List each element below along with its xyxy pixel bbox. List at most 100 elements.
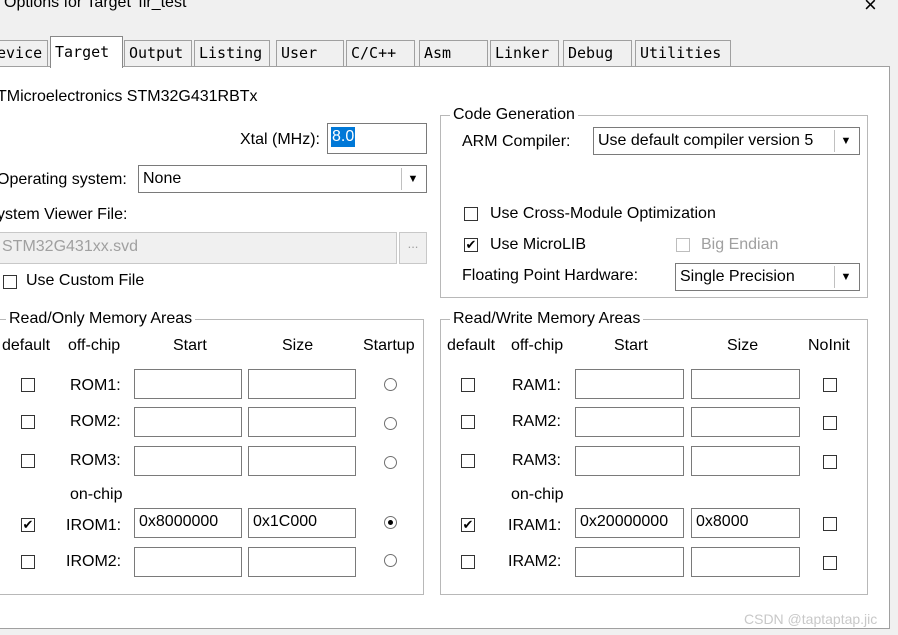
iram1-default-checkbox[interactable]: ✔ xyxy=(461,518,475,532)
irom2-default-checkbox[interactable] xyxy=(21,555,35,569)
tab-debug[interactable]: Debug xyxy=(563,40,632,66)
ro-header-start: Start xyxy=(173,337,207,354)
xtal-value: 8.0 xyxy=(331,127,356,147)
iram2-noinit-checkbox[interactable] xyxy=(823,556,837,570)
big-endian-label: Big Endian xyxy=(701,236,779,253)
tab-utilities[interactable]: Utilities xyxy=(635,40,731,66)
svd-browse-button: ... xyxy=(399,232,427,264)
rw-header-default: default xyxy=(447,337,496,354)
iram1-noinit-checkbox[interactable] xyxy=(823,517,837,531)
irom1-startup-radio[interactable] xyxy=(384,516,397,529)
os-select[interactable]: None ▼ xyxy=(138,165,427,193)
ram2-label: RAM2: xyxy=(512,413,561,430)
rw-header-noinit: NoInit xyxy=(808,337,850,354)
irom2-start-input[interactable] xyxy=(134,547,242,577)
ram2-default-checkbox[interactable] xyxy=(461,415,475,429)
tab-user[interactable]: User xyxy=(276,40,344,66)
xtal-input[interactable]: 8.0 xyxy=(327,123,427,154)
svd-input: STM32G431xx.svd xyxy=(0,232,397,264)
fp-hardware-value: Single Precision xyxy=(680,268,795,285)
iram1-size-input[interactable]: 0x8000 xyxy=(691,508,800,538)
rom1-size-input[interactable] xyxy=(248,369,356,399)
chevron-down-icon: ▼ xyxy=(401,168,424,190)
iram2-size-input[interactable] xyxy=(691,547,800,577)
microlib-label: Use MicroLIB xyxy=(490,236,587,253)
ram1-noinit-checkbox[interactable] xyxy=(823,378,837,392)
tab-linker[interactable]: Linker xyxy=(490,40,559,66)
irom2-size-input[interactable] xyxy=(248,547,356,577)
ram1-default-checkbox[interactable] xyxy=(461,378,475,392)
check-icon: ✔ xyxy=(462,517,474,532)
readwrite-memory-legend: Read/Write Memory Areas xyxy=(450,310,644,328)
rom1-start-input[interactable] xyxy=(134,369,242,399)
ro-header-offchip: off-chip xyxy=(68,337,121,354)
os-label: Operating system: xyxy=(0,171,127,188)
rom3-start-input[interactable] xyxy=(134,446,242,476)
cross-module-label: Use Cross-Module Optimization xyxy=(490,205,716,222)
iram2-default-checkbox[interactable] xyxy=(461,555,475,569)
ram1-size-input[interactable] xyxy=(691,369,800,399)
rom3-startup-radio[interactable] xyxy=(384,456,397,469)
irom1-start-input[interactable]: 0x8000000 xyxy=(134,508,242,538)
compiler-value: Use default compiler version 5 xyxy=(598,132,814,149)
ram1-start-input[interactable] xyxy=(575,369,684,399)
ram1-label: RAM1: xyxy=(512,377,561,394)
rom1-label: ROM1: xyxy=(70,377,121,394)
cross-module-checkbox[interactable] xyxy=(464,207,478,221)
tab-asm[interactable]: Asm xyxy=(419,40,488,66)
window-title: Options for Target 'fir_test' xyxy=(4,0,190,11)
rom1-default-checkbox[interactable] xyxy=(21,378,35,392)
ram2-size-input[interactable] xyxy=(691,407,800,437)
ram3-start-input[interactable] xyxy=(575,446,684,476)
rom1-startup-radio[interactable] xyxy=(384,378,397,391)
os-value: None xyxy=(143,170,182,187)
xtal-label: Xtal (MHz): xyxy=(240,131,320,148)
svd-label: ystem Viewer File: xyxy=(0,206,128,223)
rom2-start-input[interactable] xyxy=(134,407,242,437)
rw-onchip-label: on-chip xyxy=(511,486,564,503)
irom1-default-checkbox[interactable]: ✔ xyxy=(21,518,35,532)
iram1-start-input[interactable]: 0x20000000 xyxy=(575,508,684,538)
tab-output[interactable]: Output xyxy=(124,40,192,66)
ram2-noinit-checkbox[interactable] xyxy=(823,416,837,430)
readonly-memory-legend: Read/Only Memory Areas xyxy=(6,310,196,328)
big-endian-checkbox xyxy=(676,238,690,252)
rom3-default-checkbox[interactable] xyxy=(21,454,35,468)
ram3-default-checkbox[interactable] xyxy=(461,454,475,468)
iram2-label: IRAM2: xyxy=(508,553,562,570)
irom2-startup-radio[interactable] xyxy=(384,554,397,567)
microlib-checkbox[interactable]: ✔ xyxy=(464,238,478,252)
rom2-size-input[interactable] xyxy=(248,407,356,437)
close-icon[interactable]: × xyxy=(864,0,877,16)
rw-header-start: Start xyxy=(614,337,648,354)
tab-target[interactable]: Target xyxy=(50,36,123,68)
iram2-start-input[interactable] xyxy=(575,547,684,577)
fp-hardware-select[interactable]: Single Precision ▼ xyxy=(675,263,860,291)
use-custom-file-checkbox[interactable] xyxy=(3,275,17,289)
rw-header-size: Size xyxy=(727,337,759,354)
ram2-start-input[interactable] xyxy=(575,407,684,437)
rw-header-offchip: off-chip xyxy=(511,337,564,354)
ro-onchip-label: on-chip xyxy=(70,486,123,503)
ram3-size-input[interactable] xyxy=(691,446,800,476)
tab-listing[interactable]: Listing xyxy=(194,40,270,66)
check-icon: ✔ xyxy=(22,517,34,532)
compiler-label: ARM Compiler: xyxy=(462,133,571,150)
ro-header-size: Size xyxy=(282,337,314,354)
chevron-down-icon: ▼ xyxy=(834,266,857,288)
rom2-startup-radio[interactable] xyxy=(384,417,397,430)
rom3-size-input[interactable] xyxy=(248,446,356,476)
irom1-size-input[interactable]: 0x1C000 xyxy=(248,508,356,538)
use-custom-file-label: Use Custom File xyxy=(26,272,145,289)
compiler-select[interactable]: Use default compiler version 5 ▼ xyxy=(593,127,860,155)
tab-cc[interactable]: C/C++ xyxy=(346,40,415,66)
ro-header-default: default xyxy=(2,337,51,354)
rom2-default-checkbox[interactable] xyxy=(21,415,35,429)
ro-header-startup: Startup xyxy=(363,337,415,354)
ram3-noinit-checkbox[interactable] xyxy=(823,455,837,469)
fp-hardware-label: Floating Point Hardware: xyxy=(462,267,639,284)
irom1-label: IROM1: xyxy=(66,517,122,534)
watermark: CSDN @taptaptap.jic xyxy=(744,611,878,627)
check-icon: ✔ xyxy=(465,237,477,252)
tab-device[interactable]: evice xyxy=(0,40,48,66)
